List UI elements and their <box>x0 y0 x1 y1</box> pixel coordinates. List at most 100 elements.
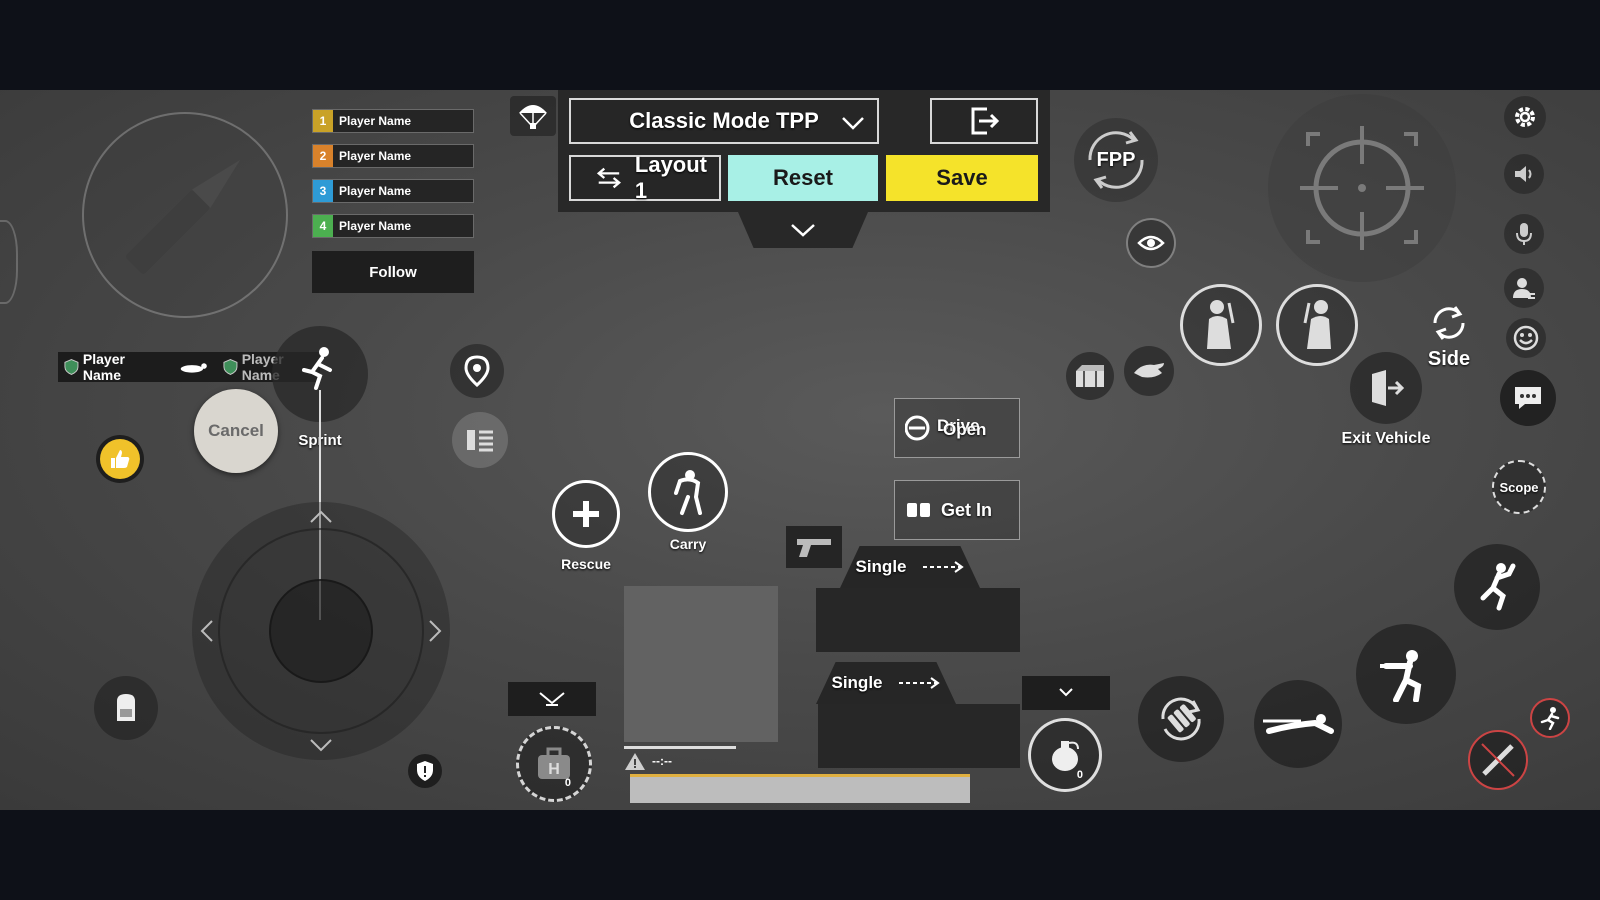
team-member-row[interactable]: 3 Player Name <box>312 179 474 203</box>
crouch-icon <box>1380 650 1422 702</box>
shield-icon <box>64 359 79 375</box>
parachute-icon <box>519 105 547 129</box>
side-switch-button[interactable] <box>1424 298 1474 348</box>
backpack-button[interactable] <box>94 676 158 740</box>
crosshair-icon <box>1300 126 1424 250</box>
follow-button[interactable]: Follow <box>312 251 474 293</box>
marker-button[interactable] <box>450 344 504 398</box>
team-member-row[interactable]: 1 Player Name <box>312 109 474 133</box>
crawl-icon <box>180 363 207 373</box>
prone-icon <box>1263 714 1334 734</box>
jump-button[interactable] <box>1454 544 1540 630</box>
weapon-slot-1-tab[interactable]: Single <box>840 546 980 588</box>
thumbs-up-button[interactable] <box>96 435 144 483</box>
settings-button[interactable] <box>1504 96 1546 138</box>
exit-vehicle-button[interactable] <box>1350 352 1422 424</box>
fpp-toggle-button[interactable]: FPP <box>1074 118 1158 202</box>
emoji-icon <box>1513 325 1539 351</box>
open-label: Open <box>943 420 987 439</box>
speaker-button[interactable] <box>1504 154 1544 194</box>
team-number: 3 <box>313 180 333 202</box>
cancel-button[interactable]: Cancel <box>194 389 278 473</box>
rescue-label: Rescue <box>561 556 611 572</box>
scope-label: Scope <box>1499 479 1539 495</box>
team-number: 4 <box>313 215 333 237</box>
weapon-slot-2[interactable] <box>818 704 1020 768</box>
pickup-button[interactable] <box>1124 346 1174 396</box>
pistol-slot[interactable] <box>786 526 842 568</box>
reset-button[interactable]: Reset <box>728 155 878 201</box>
team-member-row[interactable]: 2 Player Name <box>312 144 474 168</box>
quick-menu-button[interactable] <box>452 412 508 468</box>
grenade-icon <box>1052 741 1079 771</box>
carry-button[interactable] <box>648 452 728 532</box>
fire-button[interactable] <box>82 112 288 318</box>
loot-crate-button[interactable] <box>1066 352 1114 400</box>
carry-icon <box>674 470 702 515</box>
team-player-name: Player Name <box>339 219 412 233</box>
aim-button[interactable] <box>1268 94 1456 282</box>
hand-icon <box>1134 363 1164 378</box>
plus-icon <box>573 501 599 527</box>
left-edge-arc <box>0 220 18 304</box>
emote-button[interactable] <box>1506 318 1546 358</box>
free-look-button[interactable] <box>1126 218 1176 268</box>
mic-button[interactable] <box>1504 214 1544 254</box>
movement-joystick[interactable] <box>192 502 450 760</box>
pistol-icon <box>797 539 831 557</box>
fuel-bar <box>630 774 970 803</box>
lean-left-icon <box>1207 300 1235 349</box>
chevron-down-icon <box>539 692 565 706</box>
shield-button[interactable] <box>408 754 442 788</box>
layout-label: Layout 1 <box>634 152 708 203</box>
heal-selector-toggle[interactable] <box>508 682 596 716</box>
prone-button[interactable] <box>1254 680 1342 768</box>
throwable-button[interactable]: 0 <box>1028 718 1102 792</box>
scope-button[interactable]: Scope <box>1492 460 1546 514</box>
team-member-row[interactable]: 4 Player Name <box>312 214 474 238</box>
team-player-name: Player Name <box>339 114 412 128</box>
melee-button[interactable] <box>1468 730 1528 790</box>
mode-dropdown[interactable]: Classic Mode TPP <box>569 98 879 144</box>
joystick-arrows <box>200 510 442 752</box>
game-hud: 1 Player Name 2 Player Name 3 Player Nam… <box>0 90 1600 810</box>
reload-icon <box>1161 697 1201 741</box>
parachute-button[interactable] <box>510 96 556 136</box>
chevron-down-icon <box>791 224 815 237</box>
rotate-icon <box>1433 306 1465 340</box>
crouch-button[interactable] <box>1356 624 1456 724</box>
seat-icon <box>907 503 930 517</box>
jump-icon <box>1480 563 1516 611</box>
chat-icon <box>1515 387 1541 409</box>
teammate-button[interactable] <box>1504 268 1544 308</box>
drive-open-button[interactable]: Drive Open <box>894 398 1020 458</box>
bullet-icon <box>126 159 241 274</box>
teammate-icon <box>1513 278 1535 299</box>
exit-layout-button[interactable] <box>930 98 1038 144</box>
weapon-slot-2-tab[interactable]: Single <box>816 662 956 704</box>
get-in-button[interactable]: Get In <box>894 480 1020 540</box>
collapse-menu-tab[interactable] <box>738 212 868 248</box>
save-button[interactable]: Save <box>886 155 1038 201</box>
mode-label: Classic Mode TPP <box>629 108 819 133</box>
lean-left-button[interactable] <box>1180 284 1262 366</box>
chat-button[interactable] <box>1500 370 1556 426</box>
fpp-label: FPP <box>1096 148 1136 171</box>
team-number: 2 <box>313 145 333 167</box>
auto-run-button[interactable] <box>1530 698 1570 738</box>
thumbs-up-icon <box>111 450 130 468</box>
layout-selector[interactable]: Layout 1 <box>569 152 721 203</box>
weapon-slot-1[interactable] <box>816 588 1020 652</box>
lean-right-button[interactable] <box>1276 284 1358 366</box>
heal-button[interactable]: H 0 <box>516 726 592 802</box>
door-icon <box>1372 370 1405 406</box>
chevron-down-icon <box>1059 688 1073 697</box>
run-icon <box>1540 707 1560 730</box>
fire-mode-arrow-icon <box>922 561 964 573</box>
rescue-button[interactable] <box>552 480 620 548</box>
fire-mode-label: Single <box>855 557 907 576</box>
eye-icon <box>1137 235 1165 251</box>
reload-button[interactable] <box>1138 676 1224 762</box>
throwable-selector-toggle[interactable] <box>1022 676 1110 710</box>
cancel-label: Cancel <box>208 421 264 440</box>
